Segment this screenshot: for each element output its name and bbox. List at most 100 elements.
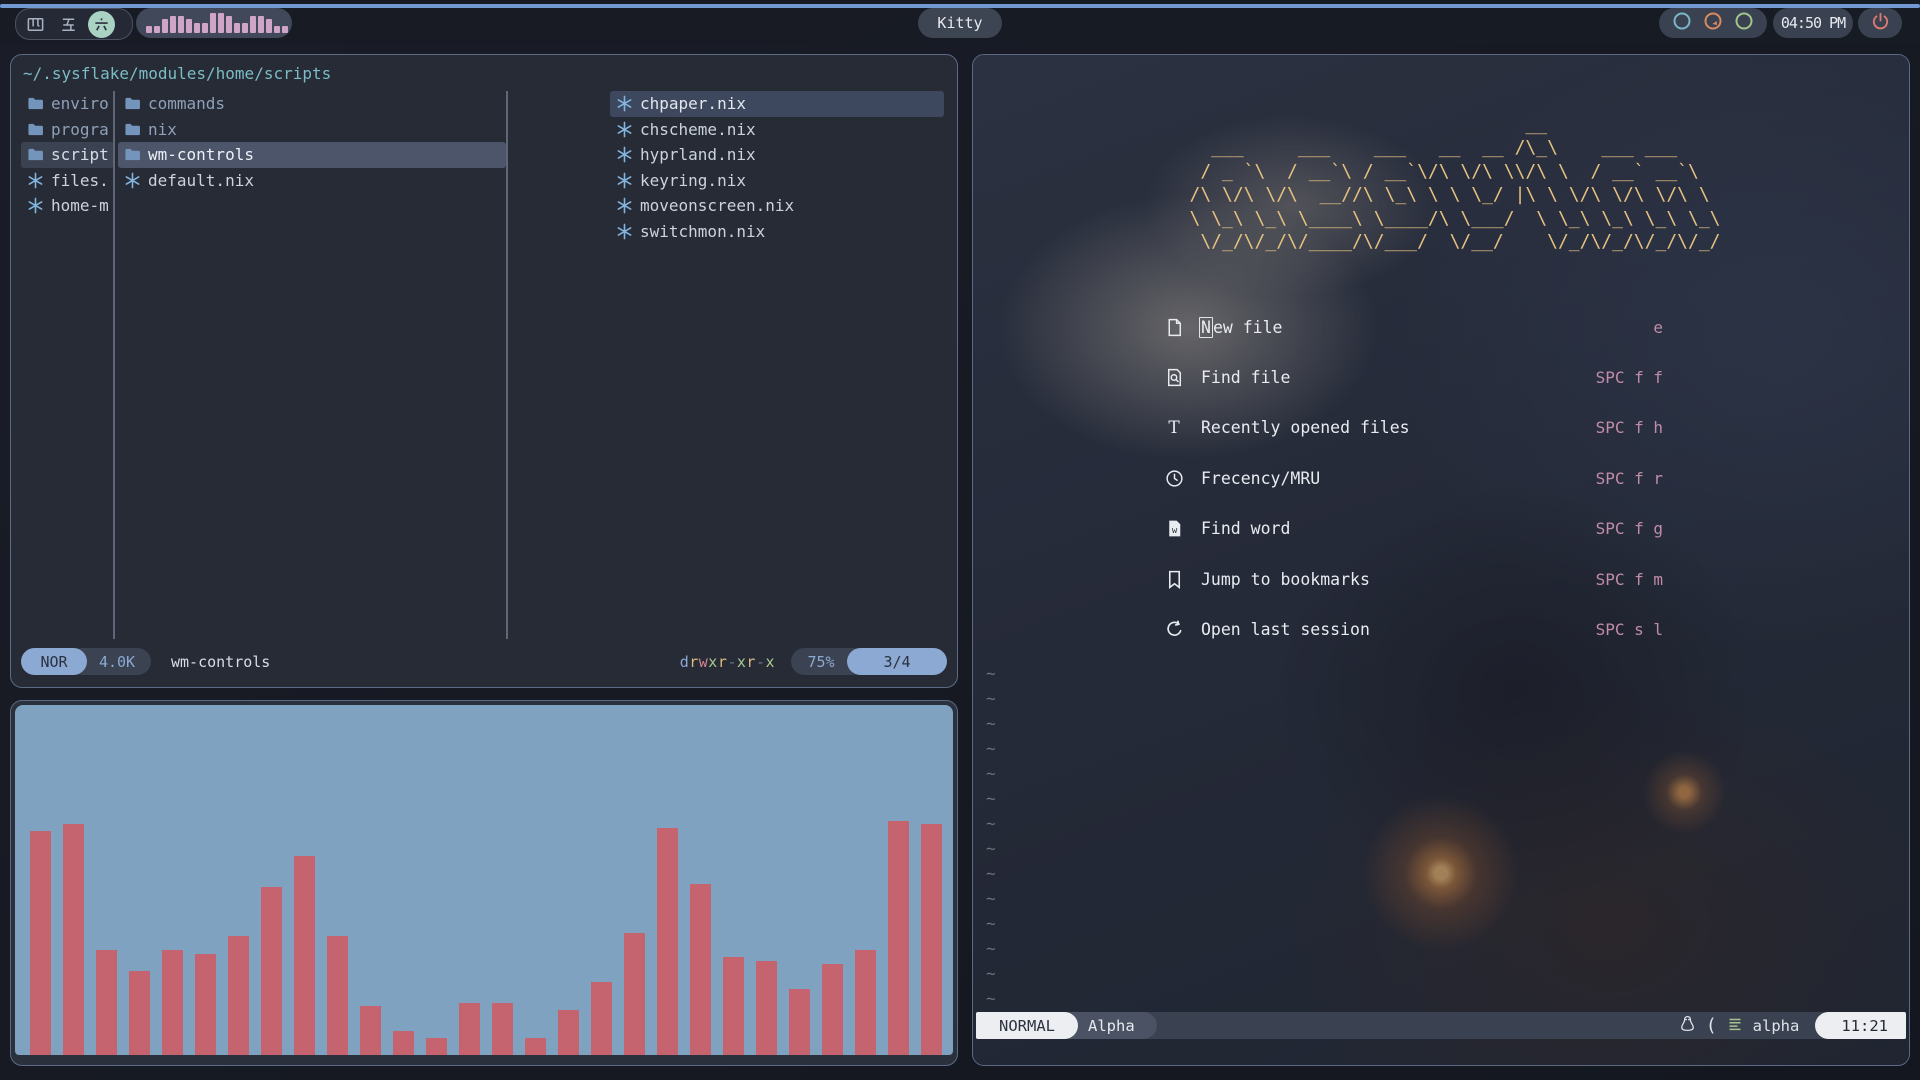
menu-item-label: Frecency/MRU bbox=[1201, 469, 1596, 488]
chart-bar bbox=[525, 1038, 546, 1056]
permission-char: d bbox=[680, 653, 690, 671]
chart-bar bbox=[360, 1006, 381, 1055]
power-icon bbox=[1870, 11, 1891, 36]
file-row[interactable]: nix bbox=[118, 117, 506, 143]
status-indicators[interactable] bbox=[1659, 8, 1767, 38]
neovim-window: __ ___ ___ ___ __ __ /\_\ ___ ___ / _ `\… bbox=[972, 54, 1910, 1066]
tilde: ~ bbox=[986, 686, 996, 711]
file-row[interactable]: moveonscreen.nix bbox=[610, 193, 944, 219]
file-row[interactable]: enviro bbox=[21, 91, 114, 117]
file-row[interactable]: home-m bbox=[21, 193, 114, 219]
histogram-bar bbox=[250, 16, 256, 33]
file-name: enviro bbox=[51, 94, 109, 113]
histogram-bar bbox=[226, 16, 232, 33]
workspace-five-icon[interactable] bbox=[58, 14, 78, 34]
menu-item-find-file[interactable]: Find fileSPC f f bbox=[1163, 352, 1663, 402]
menu-item-find-word[interactable]: wFind wordSPC f g bbox=[1163, 504, 1663, 554]
workspace-switcher[interactable] bbox=[15, 8, 133, 40]
chart-bar bbox=[789, 989, 810, 1056]
histogram-bar bbox=[202, 23, 208, 33]
file-row[interactable]: wm-controls bbox=[118, 142, 506, 168]
histogram-bar bbox=[162, 19, 168, 33]
nix-file-icon bbox=[616, 146, 633, 163]
blue-circle-icon[interactable] bbox=[1671, 10, 1693, 36]
menu-item-shortcut: SPC s l bbox=[1596, 620, 1663, 639]
power-button[interactable] bbox=[1858, 8, 1902, 38]
workspace-six-active[interactable] bbox=[88, 11, 115, 38]
orange-circle-icon[interactable] bbox=[1702, 10, 1724, 36]
menu-item-recently-opened-files[interactable]: TRecently opened filesSPC f h bbox=[1163, 403, 1663, 453]
green-circle-icon[interactable] bbox=[1733, 10, 1755, 36]
menu-item-label: Recently opened files bbox=[1201, 418, 1596, 437]
visualizer-window bbox=[10, 700, 958, 1066]
file-name: default.nix bbox=[148, 171, 254, 190]
fm-col-parent: enviro progra scriptfiles. home-m bbox=[21, 91, 114, 219]
file-name: progra bbox=[51, 120, 109, 139]
histogram-bar bbox=[146, 26, 152, 33]
file-row[interactable]: files. bbox=[21, 168, 114, 194]
chart-bar bbox=[327, 936, 348, 1055]
chart-bar bbox=[195, 954, 216, 1056]
hostname-text: alpha bbox=[1753, 1017, 1800, 1035]
chart-bar bbox=[492, 1003, 513, 1056]
chart-bar bbox=[690, 884, 711, 1056]
window-title: Kitty bbox=[937, 14, 982, 32]
menu-item-new-file[interactable]: New filee bbox=[1163, 302, 1663, 352]
chart-bar bbox=[96, 950, 117, 1055]
linux-penguin-icon bbox=[1679, 1015, 1696, 1036]
chart-plot bbox=[15, 705, 953, 1055]
file-row[interactable]: keyring.nix bbox=[610, 168, 944, 194]
chart-bar bbox=[228, 936, 249, 1055]
chart-bar bbox=[294, 856, 315, 1056]
mode-badge: NOR bbox=[21, 648, 87, 675]
dashboard-menu: New fileeFind fileSPC f fTRecently opene… bbox=[1163, 302, 1663, 655]
column-divider bbox=[113, 91, 115, 639]
file-row[interactable]: hyprland.nix bbox=[610, 142, 944, 168]
chart-bar bbox=[888, 821, 909, 1056]
file-name: switchmon.nix bbox=[640, 222, 765, 241]
menu-item-shortcut: SPC f f bbox=[1596, 368, 1663, 387]
chart-bar bbox=[723, 957, 744, 1055]
histogram-bar bbox=[282, 26, 288, 33]
desktop: Kitty 04:50 PM ~/.sysflake/mod bbox=[0, 0, 1920, 1080]
chart-bar bbox=[756, 961, 777, 1056]
chart-bar bbox=[624, 933, 645, 1056]
chart-bar bbox=[591, 982, 612, 1056]
tilde: ~ bbox=[986, 661, 996, 686]
column-divider bbox=[506, 91, 508, 639]
file-name: wm-controls bbox=[148, 145, 254, 164]
tilde: ~ bbox=[986, 961, 996, 986]
menu-item-open-last-session[interactable]: Open last sessionSPC s l bbox=[1163, 604, 1663, 654]
menu-item-shortcut: SPC f m bbox=[1596, 570, 1663, 589]
file-row[interactable]: progra bbox=[21, 117, 114, 143]
histogram-bar bbox=[186, 19, 192, 33]
histogram-bar bbox=[178, 16, 184, 33]
chart-bar bbox=[393, 1031, 414, 1056]
chart-bar bbox=[63, 824, 84, 1055]
file-row[interactable]: script bbox=[21, 142, 114, 168]
histogram-bar bbox=[170, 16, 176, 33]
file-row[interactable]: chscheme.nix bbox=[610, 117, 944, 143]
file-row[interactable]: commands bbox=[118, 91, 506, 117]
chart-bar bbox=[855, 950, 876, 1055]
histogram-bar bbox=[234, 23, 240, 33]
clock: 04:50 PM bbox=[1773, 8, 1853, 38]
permission-char: x bbox=[737, 653, 747, 671]
nix-file-icon bbox=[27, 197, 44, 214]
workspace-four-icon[interactable] bbox=[25, 14, 45, 34]
file-row[interactable]: chpaper.nix bbox=[610, 91, 944, 117]
folder-icon bbox=[27, 95, 44, 112]
histogram-bar bbox=[274, 26, 280, 33]
fm-status-bar: NOR 4.0K wm-controls drwxr-xr-x 75% 3/4 bbox=[21, 648, 947, 675]
menu-item-jump-to-bookmarks[interactable]: Jump to bookmarksSPC f m bbox=[1163, 554, 1663, 604]
file-row[interactable]: default.nix bbox=[118, 168, 506, 194]
file-name: home-m bbox=[51, 196, 109, 215]
menu-item-frecency-mru[interactable]: Frecency/MRUSPC f r bbox=[1163, 453, 1663, 503]
folder-icon bbox=[27, 121, 44, 138]
fm-col-preview: chpaper.nixchscheme.nixhyprland.nixkeyri… bbox=[610, 91, 944, 244]
menu-item-label: Open last session bbox=[1201, 620, 1596, 639]
file-row[interactable]: switchmon.nix bbox=[610, 219, 944, 245]
chart-bar bbox=[921, 824, 942, 1055]
tilde: ~ bbox=[986, 761, 996, 786]
new-file-icon bbox=[1163, 316, 1185, 338]
